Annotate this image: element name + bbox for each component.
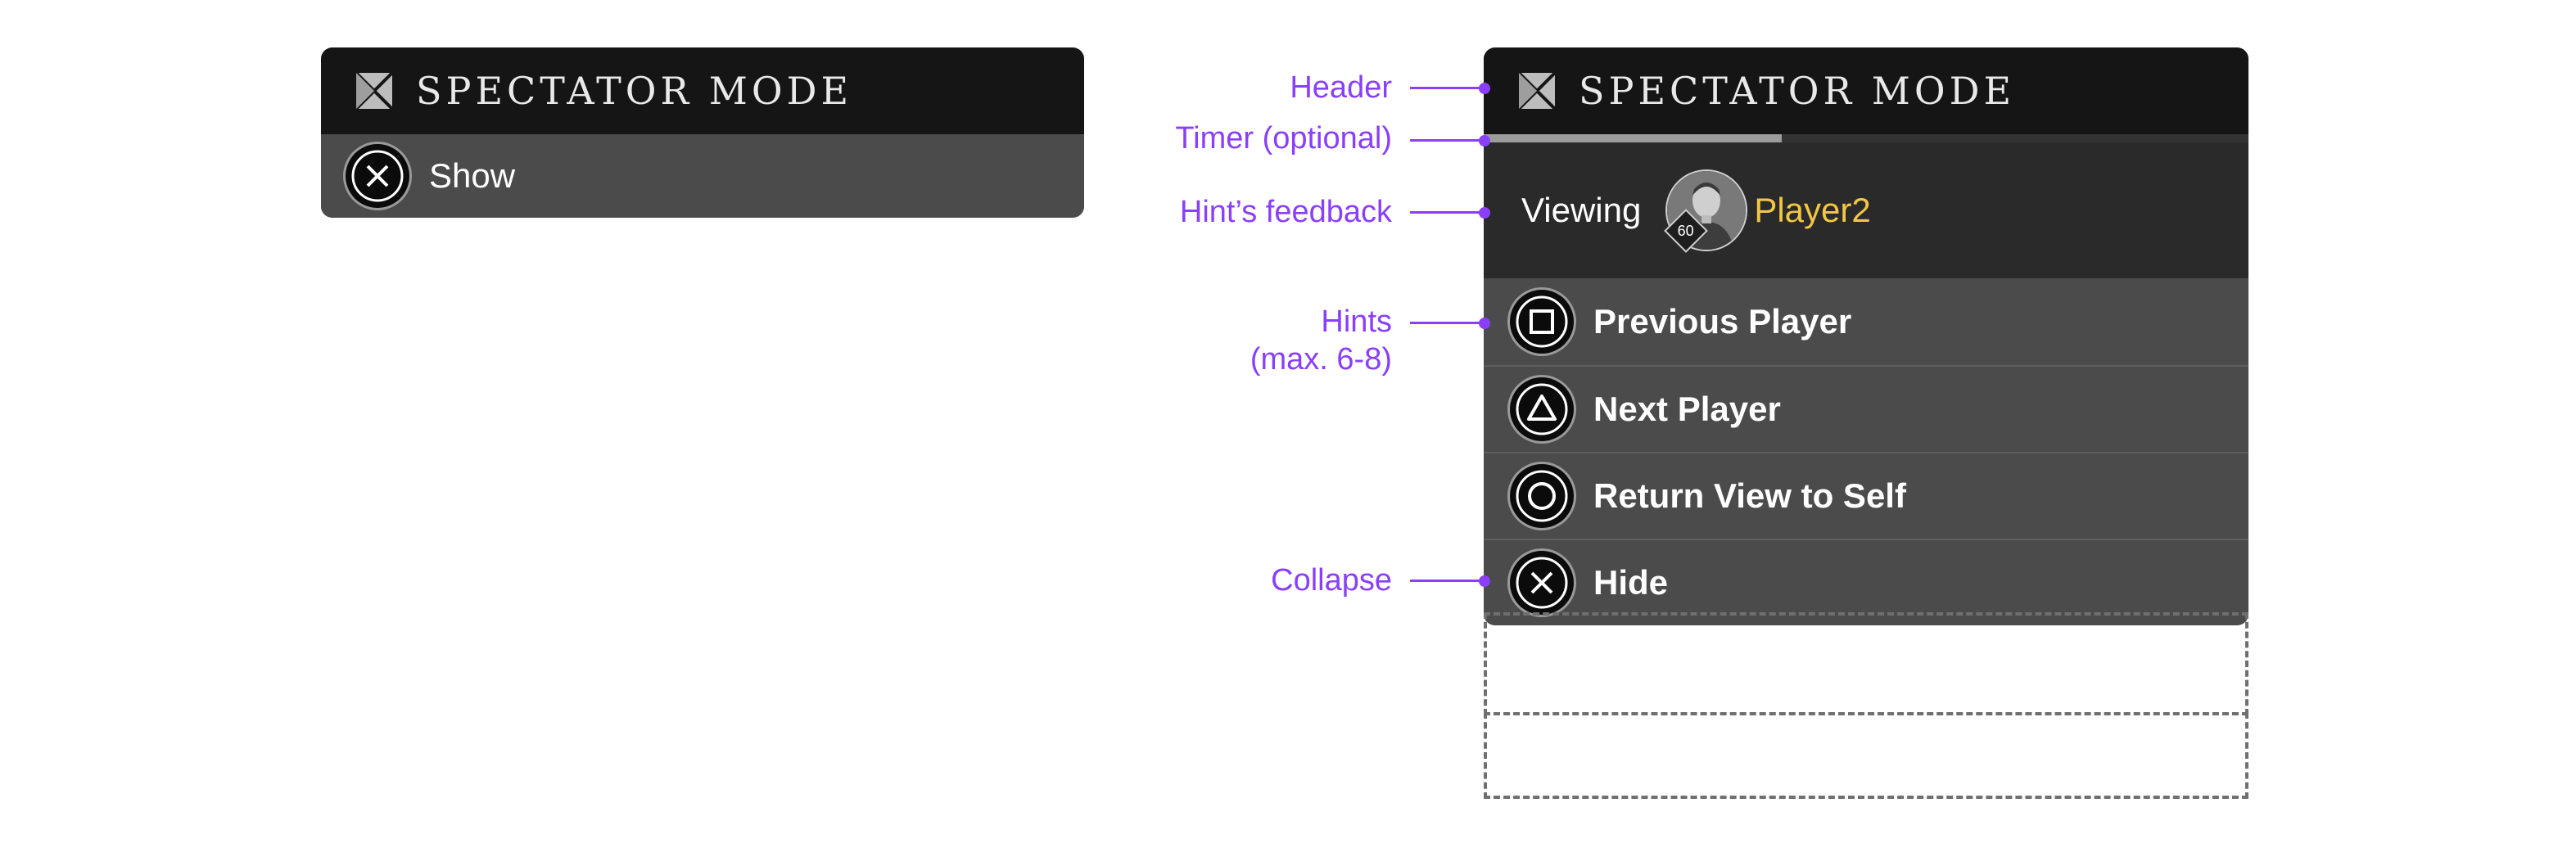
crossed-square-logo-icon	[1517, 71, 1557, 111]
annotation-dot	[1479, 135, 1490, 147]
panel-header: SPECTATOR MODE	[321, 47, 1084, 134]
annotation-hints-line2: (max. 6-8)	[1250, 342, 1392, 377]
annotation-leader	[1410, 322, 1484, 324]
panel-title: SPECTATOR MODE	[416, 69, 853, 113]
next-player-button[interactable]: Next Player	[1484, 365, 2248, 452]
show-button[interactable]: Show	[321, 134, 1084, 218]
next-player-label: Next Player	[1593, 390, 1781, 428]
viewing-label: Viewing	[1521, 191, 1642, 229]
annotation-hints: Hints (max. 6-8)	[1250, 303, 1392, 378]
cross-button-icon	[1510, 551, 1574, 615]
annotation-dot	[1479, 318, 1490, 329]
annotation-leader	[1410, 87, 1484, 89]
annotation-dot	[1479, 83, 1490, 94]
annotation-timer: Timer (optional)	[1175, 121, 1392, 156]
hide-label: Hide	[1593, 563, 1669, 602]
annotation-dot	[1479, 575, 1490, 587]
player-avatar: 60	[1664, 171, 1747, 253]
triangle-button-icon	[1510, 377, 1574, 441]
cross-button-icon	[346, 144, 409, 208]
hint-slot-placeholder	[1484, 712, 2248, 799]
panel-title: SPECTATOR MODE	[1579, 69, 2016, 113]
annotation-leader	[1410, 211, 1484, 214]
show-label: Show	[429, 156, 516, 195]
panel-header: SPECTATOR MODE	[1484, 47, 2248, 134]
hint-slot-placeholder	[1484, 612, 2248, 715]
player-name: Player2	[1754, 191, 1871, 229]
crossed-square-logo-icon	[355, 71, 394, 111]
timer-bar-fill	[1484, 134, 1783, 142]
spectator-panel-expanded: SPECTATOR MODE Viewing 60 Player2 Previo…	[1484, 47, 2248, 625]
return-view-label: Return View to Self	[1593, 476, 1906, 515]
hint-feedback: Viewing 60 Player2	[1484, 142, 2248, 278]
timer-bar	[1484, 134, 2248, 142]
annotation-dot	[1479, 207, 1490, 219]
annotation-header: Header	[1290, 70, 1392, 105]
annotation-leader	[1410, 580, 1484, 582]
annotation-hints-line1: Hints	[1321, 304, 1392, 339]
annotation-leader	[1410, 139, 1484, 142]
square-button-icon	[1510, 290, 1574, 354]
spectator-panel-collapsed: SPECTATOR MODE Show	[321, 47, 1084, 218]
annotation-feedback: Hint’s feedback	[1179, 195, 1392, 229]
previous-player-button[interactable]: Previous Player	[1484, 278, 2248, 365]
circle-button-icon	[1510, 464, 1574, 528]
return-view-button[interactable]: Return View to Self	[1484, 452, 2248, 539]
annotation-collapse: Collapse	[1271, 563, 1392, 598]
hints-list: Previous Player Next Player Return View …	[1484, 278, 2248, 625]
previous-player-label: Previous Player	[1593, 302, 1852, 341]
